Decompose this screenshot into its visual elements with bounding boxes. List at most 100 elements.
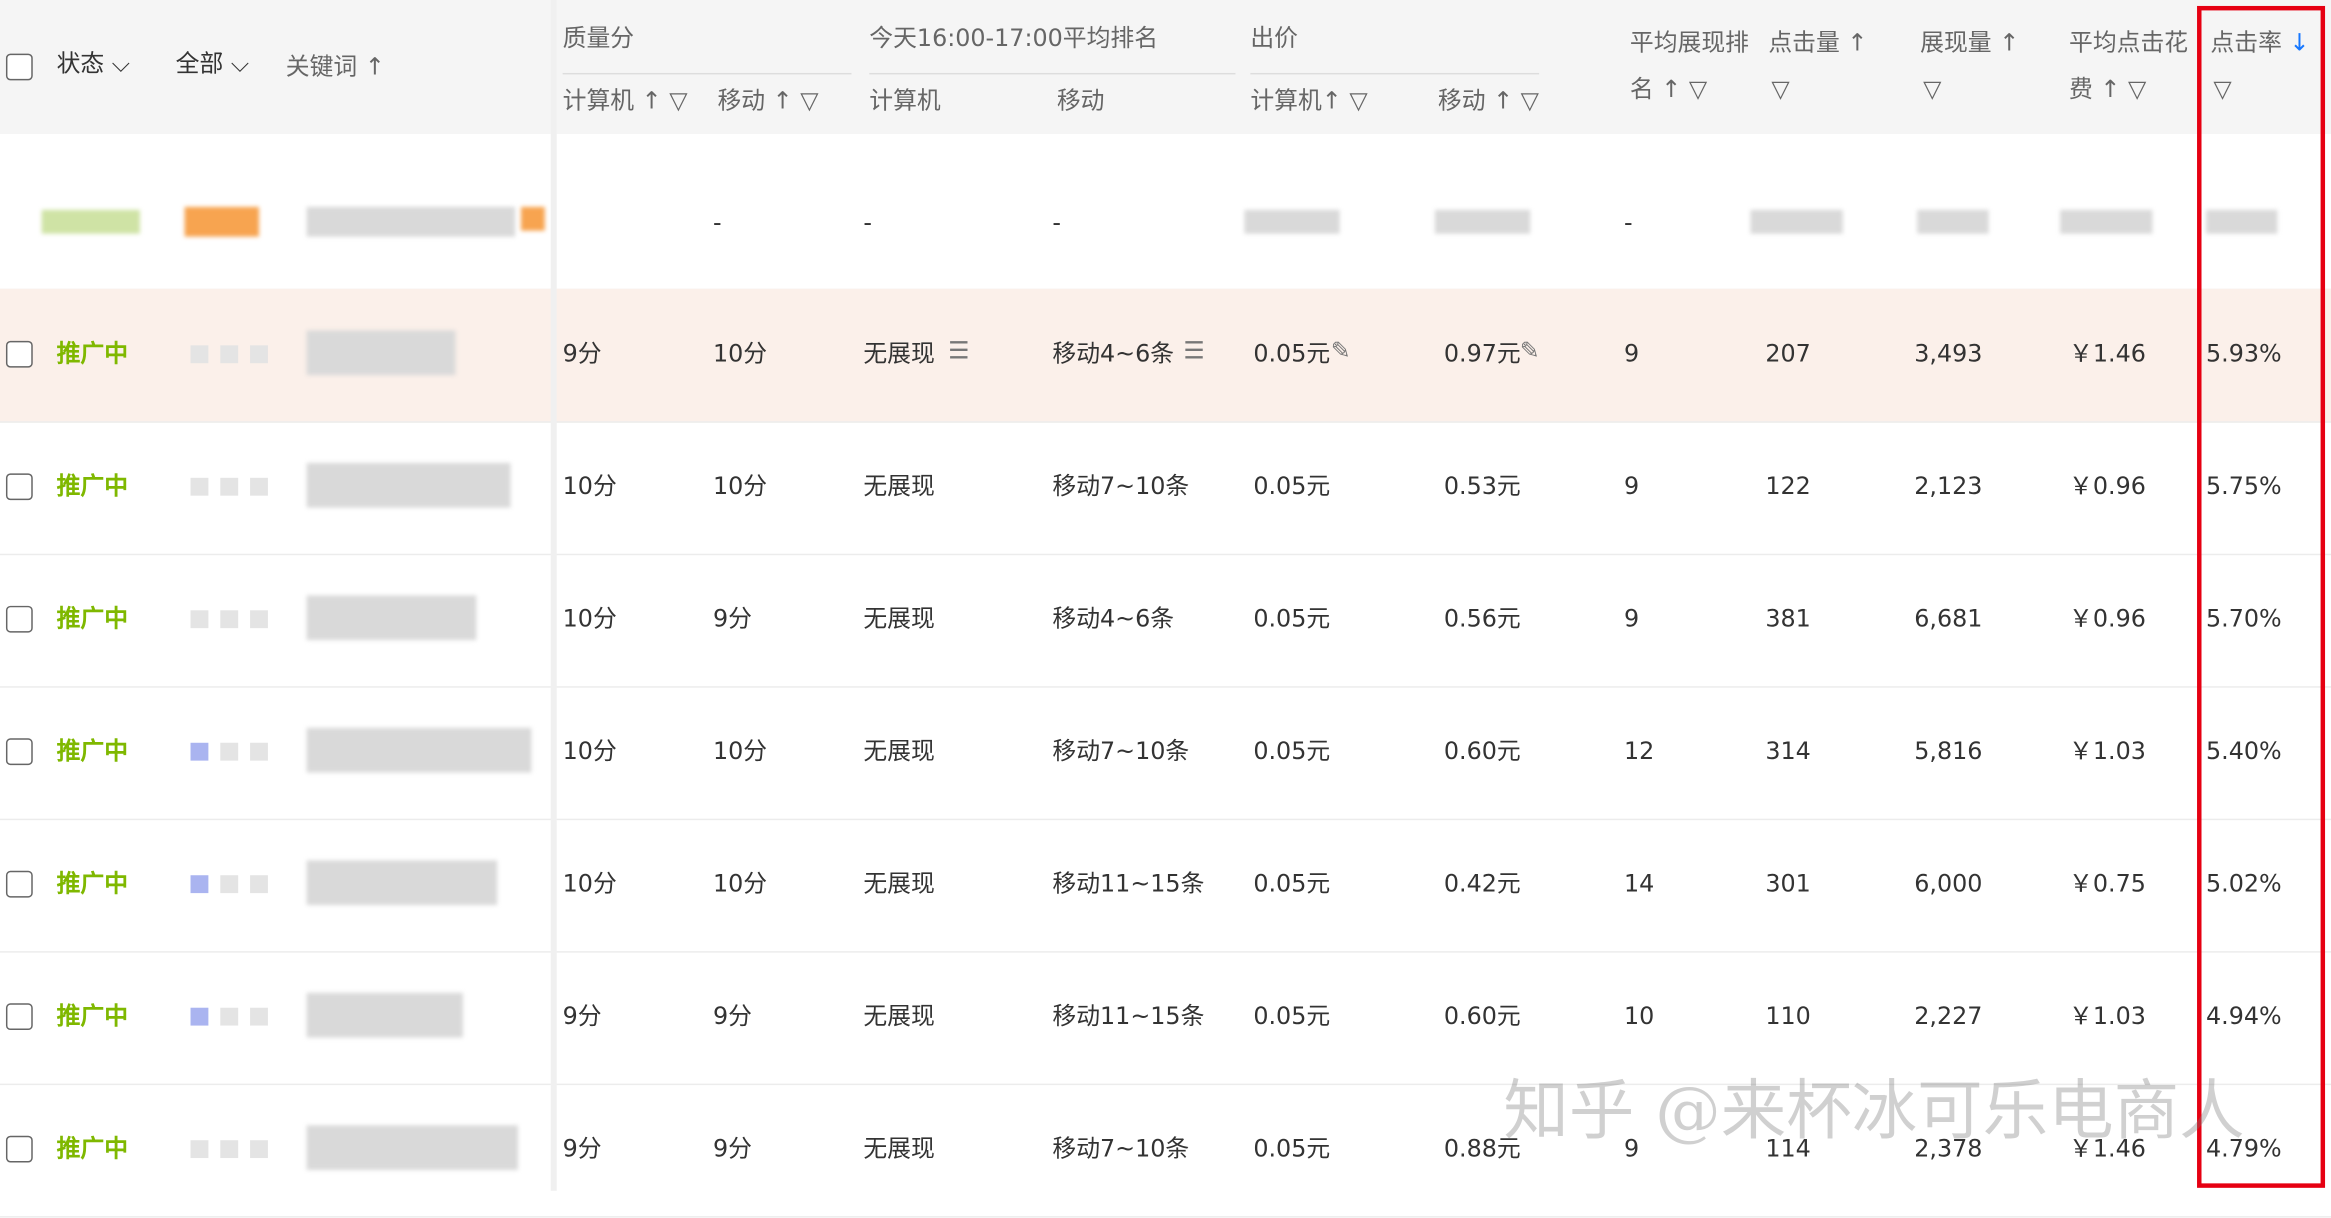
blurred-content — [190, 477, 209, 496]
blurred-content — [184, 206, 260, 237]
blurred-content — [250, 477, 268, 496]
blurred-content — [306, 206, 516, 237]
row-checkbox[interactable] — [5, 1003, 33, 1031]
quality-pc-cell: 9分 — [562, 1001, 602, 1031]
avg-rank-header[interactable]: 平均展现排 — [1630, 28, 1749, 58]
blurred-content — [190, 345, 209, 364]
bid-mobile-cell: 0.53元 — [1443, 471, 1521, 501]
keyword-report-page: 状态 ⌵ 全部 ⌵ 关键词 ↑ 质量分 计算机 ↑ ▽ 移动 ↑ ▽ 今天16:… — [0, 0, 2331, 1218]
filter-icon[interactable]: ▽ — [1923, 74, 1941, 104]
select-all-checkbox[interactable] — [5, 53, 33, 81]
ranking-pc-cell: 无展现 — [863, 736, 935, 766]
filter-icon[interactable]: ▽ — [1771, 74, 1789, 104]
ranking-mobile-cell: 移动11~15条 — [1052, 869, 1205, 898]
bid-mobile-cell: 0.56元 — [1443, 604, 1521, 633]
filter-icon[interactable]: ▽ — [1349, 86, 1367, 114]
row-checkbox[interactable] — [5, 1135, 33, 1163]
bid-mobile-header[interactable]: 移动 ↑ ▽ — [1438, 86, 1539, 116]
keyword-column-header[interactable]: 关键词 ↑ — [286, 52, 385, 82]
quality-score-header: 质量分 — [562, 23, 635, 53]
avg-cost-header[interactable]: 平均点击花 — [2069, 28, 2188, 58]
summary-quality-pc: - — [712, 208, 722, 237]
list-detail-icon[interactable]: ☰ — [1183, 336, 1204, 366]
avg-cost-header-line2[interactable]: 费 ↑ ▽ — [2069, 74, 2146, 104]
bid-pc-cell: 0.05元 — [1253, 1134, 1331, 1163]
row-checkbox[interactable] — [5, 870, 33, 898]
impressions-cell: 6,681 — [1914, 604, 1983, 633]
blurred-content — [220, 345, 239, 364]
quality-pc-header[interactable]: 计算机 ↑ ▽ — [563, 86, 688, 116]
row-checkbox[interactable] — [5, 738, 33, 766]
impressions-cell: 2,123 — [1914, 471, 1983, 501]
summary-ranking: - — [1052, 208, 1061, 237]
impressions-cell: 5,816 — [1914, 736, 1983, 766]
summary-row: - - - - — [0, 156, 2331, 291]
ranking-pc-cell: 无展现 — [863, 1134, 935, 1163]
quality-pc-cell: 10分 — [562, 736, 617, 766]
clicks-cell: 381 — [1765, 604, 1811, 633]
watermark: 知乎 @来杯冰可乐电商人 — [1503, 1073, 2245, 1150]
avg-rank-cell: 9 — [1623, 471, 1640, 501]
blurred-content — [220, 875, 239, 894]
bid-header: 出价 — [1250, 23, 1299, 53]
quality-mobile-cell: 10分 — [712, 339, 768, 368]
clicks-cell: 301 — [1765, 869, 1811, 898]
clicks-header[interactable]: 点击量 ↑ — [1768, 28, 1867, 58]
impressions-header[interactable]: 展现量 ↑ — [1920, 28, 2019, 58]
table-row[interactable]: 推广中 10分 9分 无展现 移动4~6条 0.05元 0.56元 9 381 6,681 ￥0.9… — [0, 554, 2331, 688]
blurred-content — [250, 345, 268, 364]
filter-icon[interactable]: ▽ — [1521, 86, 1539, 114]
edit-pencil-icon[interactable]: ✎ — [1520, 336, 1540, 366]
status-label: 推广中 — [56, 339, 129, 368]
bid-pc-header[interactable]: 计算机↑ ▽ — [1250, 86, 1367, 116]
blurred-content — [250, 1007, 268, 1026]
summary-quality-mobile: - — [863, 208, 872, 237]
avg-cost-cell: ￥0.96 — [2069, 471, 2146, 501]
blurred-content — [190, 1007, 209, 1026]
row-checkbox[interactable] — [5, 340, 33, 368]
blurred-content — [250, 875, 268, 894]
blurred-content — [306, 1125, 519, 1170]
all-filter[interactable]: 全部 ⌵ — [176, 49, 249, 79]
summary-avg-rank: - — [1623, 208, 1633, 237]
blurred-content — [220, 1007, 239, 1026]
blurred-content — [190, 742, 209, 761]
bid-pc-cell: 0.05元 — [1253, 736, 1331, 766]
avg-cost-cell: ￥1.03 — [2069, 1001, 2146, 1031]
impressions-cell: 2,227 — [1914, 1001, 1983, 1031]
impressions-cell: 3,493 — [1914, 339, 1983, 368]
chevron-down-icon: ⌵ — [230, 49, 249, 78]
edit-pencil-icon[interactable]: ✎ — [1331, 336, 1351, 366]
status-label: 推广中 — [56, 604, 129, 633]
avg-rank-cell: 12 — [1623, 736, 1655, 766]
quality-mobile-header[interactable]: 移动 ↑ ▽ — [717, 86, 818, 116]
status-filter[interactable]: 状态 ⌵ — [57, 49, 130, 79]
ranking-mobile-cell: 移动4~6条 — [1052, 339, 1175, 368]
filter-icon[interactable]: ▽ — [2128, 74, 2146, 102]
chevron-down-icon: ⌵ — [111, 49, 130, 78]
quality-mobile-cell: 9分 — [712, 604, 752, 633]
avg-rank-cell: 9 — [1623, 604, 1640, 633]
table-row[interactable]: 推广中 10分 10分 无展现 移动7~10条 0.05元 0.60元 12 314 5,816 ￥… — [0, 686, 2331, 821]
status-label: 推广中 — [56, 869, 129, 898]
filter-icon[interactable]: ▽ — [1689, 74, 1707, 102]
blurred-content — [1917, 209, 1989, 234]
status-label: 推广中 — [56, 736, 129, 766]
table-row[interactable]: 推广中 10分 10分 无展现 移动7~10条 0.05元 0.53元 9 122 2,123 ￥0… — [0, 421, 2331, 556]
filter-icon[interactable]: ▽ — [669, 86, 687, 114]
ctr-highlight-box — [2197, 5, 2326, 1188]
table-row[interactable]: 推广中 9分 10分 无展现 移动4~6条 0.05元 0.97元 9 207 3,493 ￥1.4… — [0, 288, 2331, 423]
table-row[interactable]: 推广中 10分 10分 无展现 移动11~15条 0.05元 0.42元 14 301 6,000… — [0, 819, 2331, 953]
row-checkbox[interactable] — [5, 473, 33, 501]
ranking-mobile-cell: 移动7~10条 — [1052, 1134, 1190, 1163]
filter-icon[interactable]: ▽ — [800, 86, 818, 114]
row-checkbox[interactable] — [5, 605, 33, 633]
quality-mobile-cell: 9分 — [712, 1001, 752, 1031]
list-detail-icon[interactable]: ☰ — [948, 336, 969, 366]
blurred-content — [190, 1140, 209, 1159]
quality-pc-cell: 9分 — [562, 339, 602, 368]
avg-rank-header-line2[interactable]: 名 ↑ ▽ — [1630, 74, 1707, 104]
clicks-cell: 110 — [1765, 1001, 1811, 1031]
blurred-content — [1434, 209, 1531, 234]
blurred-content — [306, 727, 532, 773]
